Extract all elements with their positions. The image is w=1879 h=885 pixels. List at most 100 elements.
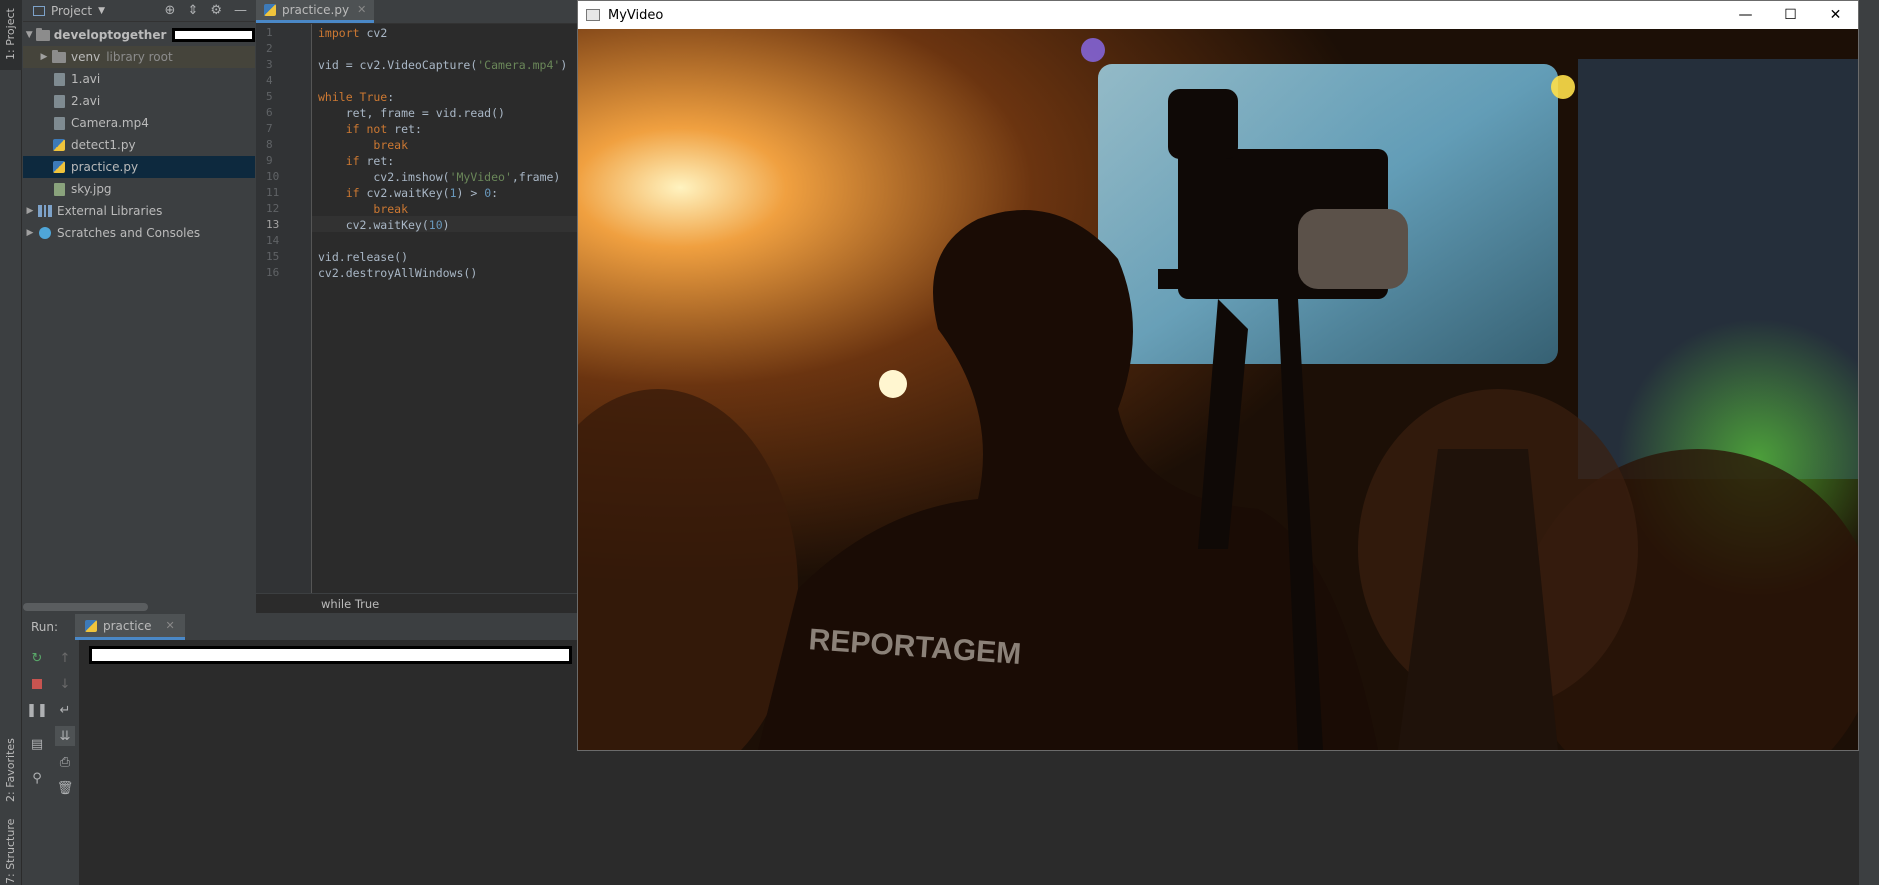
- scratches-icon: [37, 226, 53, 240]
- folder-icon: [51, 49, 67, 64]
- tree-item-label: Camera.mp4: [71, 116, 149, 130]
- minimize-icon[interactable]: —: [1723, 1, 1768, 29]
- run-toolbar: ↻ ↑ ↓ ❚❚ ↵ ⇊ ▤ ⎙ ⚲ 🗑: [23, 640, 79, 885]
- tree-item-label: venv: [71, 50, 101, 64]
- chevron-down-icon[interactable]: ▼: [98, 6, 105, 16]
- maximize-icon[interactable]: ☐: [1768, 1, 1813, 29]
- file-icon: [51, 72, 67, 86]
- layout-icon[interactable]: ▤: [27, 734, 47, 754]
- chevron-down-icon[interactable]: ▼: [23, 30, 35, 40]
- tree-item-label: External Libraries: [57, 204, 163, 218]
- code-line-11: if cv2.waitKey(1) > 0:: [345, 186, 499, 200]
- window-title: MyVideo: [608, 7, 664, 23]
- print-icon[interactable]: ⎙: [55, 752, 75, 772]
- trash-icon[interactable]: 🗑: [55, 778, 75, 798]
- chevron-right-icon[interactable]: ▶: [23, 206, 37, 216]
- code-line-16: cv2.destroyAllWindows(): [318, 266, 478, 280]
- favorites-tool-tab-label: 2: Favorites: [4, 738, 17, 802]
- tree-item-venv[interactable]: ▶ venv library root: [23, 46, 255, 68]
- tree-item-label: Scratches and Consoles: [57, 226, 201, 240]
- project-horizontal-scrollbar[interactable]: [23, 603, 148, 611]
- code-line-12: break: [373, 202, 409, 216]
- code-line-5: while True:: [318, 90, 395, 104]
- video-frame: REPORTAGEM: [578, 29, 1858, 750]
- favorites-tool-tab[interactable]: 2: Favorites: [0, 720, 22, 810]
- pause-icon[interactable]: ❚❚: [26, 700, 48, 720]
- pin-icon[interactable]: ⚲: [27, 768, 47, 788]
- code-line-6: ret, frame = vid.read(): [318, 106, 505, 120]
- structure-tool-tab-label: 7: Structure: [4, 818, 17, 884]
- tree-item-practice-py[interactable]: practice.py: [23, 156, 255, 178]
- down-arrow-icon[interactable]: ↓: [55, 674, 75, 694]
- code-line-8: break: [373, 138, 409, 152]
- video-frame-image: REPORTAGEM: [578, 29, 1858, 750]
- code-line-9: if ret:: [345, 154, 395, 168]
- python-file-icon: [51, 160, 67, 174]
- right-tool-strip: [1859, 0, 1879, 885]
- tree-item-detect1-py[interactable]: detect1.py: [23, 134, 255, 156]
- tree-item-sky-jpg[interactable]: sky.jpg: [23, 178, 255, 200]
- code-line-13: cv2.waitKey(10): [318, 218, 450, 232]
- redacted-console-line: [89, 646, 572, 664]
- tree-scratches-consoles[interactable]: ▶ Scratches and Consoles: [23, 222, 255, 244]
- python-file-icon: [264, 3, 276, 16]
- library-icon: [37, 204, 53, 218]
- window-app-icon: [586, 9, 600, 21]
- project-view-selector[interactable]: Project: [51, 4, 92, 18]
- project-panel: Project ▼ ⊕ ⇕ ⚙ — ▼ developtogether ▶ ve…: [23, 0, 255, 613]
- project-tool-tab[interactable]: 1: Project: [0, 0, 22, 70]
- chevron-right-icon[interactable]: ▶: [37, 52, 51, 62]
- collapse-all-icon[interactable]: ⇕: [187, 3, 198, 18]
- editor-tab-practice-py[interactable]: practice.py ✕: [256, 0, 375, 23]
- code-line-15: vid.release(): [318, 250, 409, 264]
- locate-icon[interactable]: ⊕: [165, 3, 176, 18]
- soft-wrap-icon[interactable]: ↵: [55, 700, 75, 720]
- code-line-1: import cv2: [318, 26, 388, 40]
- run-label: Run:: [31, 620, 59, 634]
- close-icon[interactable]: ✕: [357, 3, 366, 16]
- tree-root-label: developtogether: [53, 28, 167, 42]
- folder-icon: [35, 27, 50, 42]
- editor-tab-label: practice.py: [282, 2, 350, 17]
- window-controls: — ☐ ✕: [1723, 1, 1858, 29]
- up-arrow-icon[interactable]: ↑: [55, 648, 75, 668]
- scroll-to-end-icon[interactable]: ⇊: [55, 726, 75, 746]
- tree-item-label: 1.avi: [71, 72, 101, 86]
- code-line-7: if not ret:: [345, 122, 422, 136]
- tree-item-label: detect1.py: [71, 138, 136, 152]
- redacted-path: [172, 28, 255, 42]
- gear-icon[interactable]: ⚙: [210, 3, 222, 18]
- close-icon[interactable]: ✕: [1813, 1, 1858, 29]
- close-icon[interactable]: ✕: [166, 619, 175, 632]
- python-file-icon: [51, 138, 67, 152]
- tree-external-libraries[interactable]: ▶ External Libraries: [23, 200, 255, 222]
- project-tool-tab-label: 1: Project: [4, 8, 17, 60]
- stop-icon[interactable]: [27, 674, 47, 694]
- ide-desktop: 1: Project 2: Favorites 7: Structure Pro…: [0, 0, 1879, 885]
- structure-tool-tab[interactable]: 7: Structure: [0, 818, 22, 885]
- rerun-icon[interactable]: ↻: [27, 648, 47, 668]
- python-file-icon: [85, 619, 97, 632]
- tree-item-label: sky.jpg: [71, 182, 112, 196]
- tree-item-label: 2.avi: [71, 94, 101, 108]
- tree-root-developtogether[interactable]: ▼ developtogether: [23, 24, 255, 46]
- project-panel-header: Project ▼ ⊕ ⇕ ⚙ —: [23, 0, 255, 22]
- tree-item-camera-mp4[interactable]: Camera.mp4: [23, 112, 255, 134]
- hide-icon[interactable]: —: [234, 3, 247, 18]
- chevron-right-icon[interactable]: ▶: [23, 228, 37, 238]
- left-tool-strip: 1: Project 2: Favorites 7: Structure: [0, 0, 22, 885]
- run-tab-label: practice: [103, 618, 152, 633]
- code-line-3: vid = cv2.VideoCapture('Camera.mp4'): [318, 58, 568, 72]
- tree-item-suffix: library root: [106, 50, 173, 64]
- tree-item-label: practice.py: [71, 160, 139, 174]
- tree-item-1-avi[interactable]: 1.avi: [23, 68, 255, 90]
- run-tab-practice[interactable]: practice ✕: [75, 614, 185, 640]
- image-file-icon: [51, 182, 67, 196]
- tree-item-2-avi[interactable]: 2.avi: [23, 90, 255, 112]
- project-view-icon: [33, 5, 45, 16]
- code-line-10: cv2.imshow('MyVideo',frame): [318, 170, 561, 184]
- myvideo-title-bar[interactable]: MyVideo — ☐ ✕: [578, 1, 1858, 29]
- myvideo-window: MyVideo — ☐ ✕ REPORTAGEM: [577, 0, 1859, 751]
- file-icon: [51, 116, 67, 130]
- file-icon: [51, 94, 67, 108]
